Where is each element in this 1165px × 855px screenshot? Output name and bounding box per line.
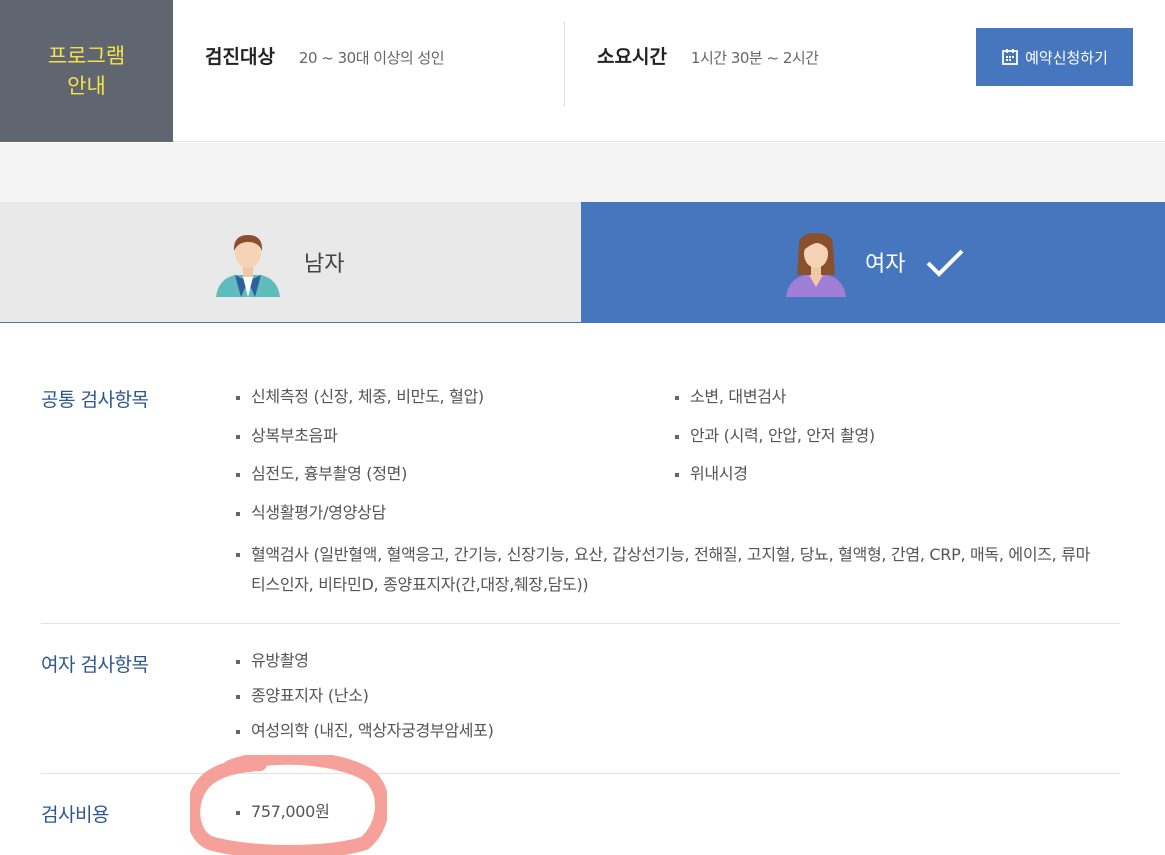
- list-item: 상복부초음파: [236, 425, 676, 464]
- tab-male[interactable]: 남자: [0, 202, 581, 323]
- common-items-section: 공통 검사항목 신체측정 (신장, 체중, 비만도, 혈압) 상복부초음파 심전…: [41, 374, 1120, 624]
- cost-value: 757,000원: [236, 801, 330, 836]
- list-item: 위내시경: [675, 463, 1095, 502]
- male-avatar-icon: [216, 235, 280, 297]
- program-header: 프로그램 안내 검진대상 20 ~ 30대 이상의 성인 소요시간 1시간 30…: [0, 0, 1165, 142]
- cost-section: 검사비용 757,000원: [41, 774, 1120, 855]
- duration-info: 소요시간 1시간 30분 ~ 2시간: [597, 42, 819, 69]
- list-item: 신체측정 (신장, 체중, 비만도, 혈압): [236, 386, 676, 425]
- target-info: 검진대상 20 ~ 30대 이상의 성인: [205, 42, 445, 69]
- spacer-strip: [0, 143, 1165, 202]
- program-label: 프로그램 안내: [47, 44, 126, 98]
- list-item: 여성의학 (내진, 액상자궁경부암세포): [236, 720, 494, 755]
- female-items-title: 여자 검사항목: [41, 654, 149, 676]
- check-icon: [926, 249, 964, 277]
- common-items-list: 신체측정 (신장, 체중, 비만도, 혈압) 상복부초음파 심전도, 흉부촬영 …: [236, 386, 1096, 600]
- list-item: 유방촬영: [236, 650, 494, 685]
- list-item: 심전도, 흉부촬영 (정면): [236, 463, 676, 502]
- tab-male-label: 남자: [304, 252, 345, 277]
- calendar-icon: [1002, 49, 1018, 65]
- cost-title: 검사비용: [41, 804, 109, 826]
- target-title: 검진대상: [205, 46, 275, 68]
- list-item: 안과 (시력, 안압, 안저 촬영): [675, 425, 1095, 464]
- female-items-list: 유방촬영 종양표지자 (난소) 여성의학 (내진, 액상자궁경부암세포): [236, 650, 494, 755]
- tab-female[interactable]: 여자: [581, 202, 1165, 323]
- list-item-blood-test: 혈액검사 (일반혈액, 혈액응고, 간기능, 신장기능, 요산, 갑상선기능, …: [236, 540, 1096, 600]
- tab-female-label: 여자: [865, 252, 906, 277]
- list-item: 종양표지자 (난소): [236, 685, 494, 720]
- common-items-left: 신체측정 (신장, 체중, 비만도, 혈압) 상복부초음파 심전도, 흉부촬영 …: [236, 386, 676, 540]
- duration-value: 1시간 30분 ~ 2시간: [690, 49, 819, 67]
- header-divider: [564, 22, 565, 106]
- duration-title: 소요시간: [597, 46, 667, 68]
- program-info-box: 프로그램 안내: [0, 0, 173, 142]
- common-items-right: 소변, 대변검사 안과 (시력, 안압, 안저 촬영) 위내시경: [675, 386, 1095, 502]
- female-items-section: 여자 검사항목 유방촬영 종양표지자 (난소) 여성의학 (내진, 액상자궁경부…: [41, 624, 1120, 774]
- list-item: 소변, 대변검사: [675, 386, 1095, 425]
- reserve-button[interactable]: 예약신청하기: [976, 28, 1133, 86]
- reserve-button-label: 예약신청하기: [1025, 48, 1108, 67]
- common-items-title: 공통 검사항목: [41, 389, 149, 411]
- female-avatar-icon: [786, 233, 846, 297]
- target-value: 20 ~ 30대 이상의 성인: [298, 49, 445, 67]
- list-item: 식생활평가/영양상담: [236, 502, 676, 541]
- cost-list: 757,000원: [236, 801, 330, 836]
